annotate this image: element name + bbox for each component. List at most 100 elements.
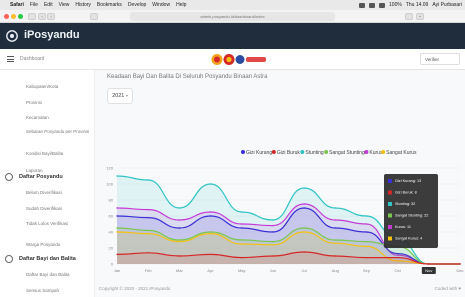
user-dropdown[interactable]: Verifier <box>420 53 460 65</box>
tray-icon[interactable] <box>379 2 386 8</box>
x-tick-label: Jun <box>270 268 276 273</box>
y-tick-label: 80 <box>109 198 114 203</box>
data-point <box>241 256 243 259</box>
hamburger-menu-icon[interactable] <box>7 56 14 62</box>
x-tick-label: Jul <box>302 268 307 273</box>
sidebar-item-kondisi[interactable]: Kondisi Bayi/Balita <box>26 151 90 157</box>
menu-app-name[interactable]: Safari <box>10 2 24 8</box>
new-tab-icon[interactable]: + <box>416 13 424 20</box>
data-point <box>428 263 430 265</box>
data-point <box>116 175 118 177</box>
data-point <box>272 224 274 227</box>
main-content: Keadaan Bayi Dan Balita Di Seluruh Posya… <box>95 70 465 297</box>
status-tray: 100% Thu 14.09 Ayi Purbasari <box>359 0 462 10</box>
menu-file[interactable]: File <box>30 2 38 8</box>
data-point <box>178 227 181 229</box>
tooltip-label: Stunting: 32 <box>395 202 415 206</box>
user-label[interactable]: Ayi Purbasari <box>432 2 462 8</box>
menu-window[interactable]: Window <box>152 2 170 8</box>
menu-history[interactable]: History <box>75 2 91 8</box>
data-point <box>116 231 118 233</box>
y-tick-label: 60 <box>109 214 114 219</box>
sidebar-group-label: Daftar Posyandu <box>19 174 63 180</box>
data-point <box>147 229 149 232</box>
zoom-window-button[interactable] <box>18 14 23 19</box>
x-tick-label: Apr <box>207 268 214 273</box>
browser-toolbar: ‹ › admin.posyandu.id/dashboard/index + <box>0 10 465 23</box>
sidebar-item-daftar-bayi[interactable]: Daftar Bayi dan Balita <box>26 272 90 278</box>
forward-icon[interactable]: › <box>47 13 55 20</box>
back-icon[interactable]: ‹ <box>38 13 46 20</box>
sidebar-group-bayi[interactable]: Daftar Bayi dan Balita <box>5 252 93 266</box>
tooltip-swatch <box>388 225 392 229</box>
share-icon[interactable] <box>405 13 413 20</box>
data-point <box>209 215 212 217</box>
data-point <box>334 207 336 209</box>
data-point <box>147 179 149 181</box>
data-point <box>209 232 212 235</box>
menu-edit[interactable]: Edit <box>44 2 53 8</box>
menu-view[interactable]: View <box>59 2 70 8</box>
tooltip-swatch <box>388 179 392 183</box>
chevron-down-icon: ▾ <box>125 93 128 98</box>
legend-marker <box>271 150 276 154</box>
sidebar-item-sudah[interactable]: Sudah Diverifikasi <box>26 206 90 212</box>
year-select[interactable]: 2021 ▾ <box>107 88 133 104</box>
clock-label: Thu 14.09 <box>405 2 429 8</box>
data-point <box>365 245 368 248</box>
tray-icon[interactable] <box>369 2 376 8</box>
posyandu-logo-icon[interactable] <box>6 30 18 42</box>
data-point <box>303 203 305 205</box>
tooltip-label: Gizi Kurang: 13 <box>395 179 421 183</box>
menu-help[interactable]: Help <box>176 2 186 8</box>
credits-text: Coded with ♥ <box>434 286 461 291</box>
menu-develop[interactable]: Develop <box>128 2 146 8</box>
shield-icon[interactable] <box>90 13 98 20</box>
tooltip-label: Sangat Stunting: 22 <box>395 214 428 218</box>
data-point <box>365 240 368 243</box>
data-point <box>459 263 461 265</box>
legend-marker <box>300 150 305 154</box>
app-brand[interactable]: iPosyandu <box>24 29 80 41</box>
sidebar-item-provinsi[interactable]: Provinsi <box>26 100 90 106</box>
sidebar-item-sensus[interactable]: Sensus Sampah <box>26 288 90 294</box>
sidebar-item-warga[interactable]: Warga Posyandu <box>26 242 90 248</box>
data-point <box>116 253 118 256</box>
data-point <box>272 240 274 243</box>
data-point <box>334 255 336 257</box>
sidebar-group-posyandu[interactable]: Daftar Posyandu <box>5 170 93 184</box>
app-header: iPosyandu <box>0 23 465 49</box>
sidebar-item-tidak-lolos[interactable]: Tidak Lolos Verifikasi <box>26 221 90 227</box>
sidebar-item-sebaran[interactable]: Sebaran Posyandu per Provinsi <box>26 129 90 135</box>
sidebar-toggle-icon[interactable] <box>28 13 36 20</box>
data-point <box>116 207 118 209</box>
close-window-button[interactable] <box>4 14 9 19</box>
sidebar-item-kabupaten[interactable]: Kabupaten/Kota <box>26 84 90 90</box>
gear-icon <box>5 173 13 181</box>
breadcrumb[interactable]: Dashboard <box>20 56 44 62</box>
y-tick-label: 0 <box>111 262 114 267</box>
partner-logos <box>211 54 266 65</box>
data-point <box>272 244 274 246</box>
legend-label: Gizi Kurang <box>246 150 272 156</box>
minimize-window-button[interactable] <box>11 14 16 19</box>
data-point <box>303 187 305 189</box>
legend-marker <box>241 150 245 154</box>
tooltip-swatch <box>388 202 392 206</box>
address-bar[interactable]: admin.posyandu.id/dashboard/index <box>130 12 335 21</box>
data-point <box>365 215 368 217</box>
sidebar-item-belum[interactable]: Belum Diverifikasi <box>26 190 90 196</box>
sidebar-item-kecamatan[interactable]: Kecamatan <box>26 115 90 121</box>
copyright-text: Copyright © 2020 - 2021 iPosyandu <box>99 286 171 291</box>
data-point <box>209 211 212 213</box>
legend-marker <box>381 150 386 154</box>
data-point <box>241 227 243 229</box>
data-point <box>178 240 181 243</box>
x-tick-label: Nov <box>425 268 432 273</box>
tray-icon[interactable] <box>359 2 366 8</box>
data-point <box>241 223 243 225</box>
data-point <box>147 252 149 254</box>
chart-legend: Gizi Kurang Gizi Buruk Stunting Sangat Stun… <box>241 150 417 156</box>
y-tick-label: 20 <box>109 246 114 251</box>
menu-bookmarks[interactable]: Bookmarks <box>97 2 122 8</box>
